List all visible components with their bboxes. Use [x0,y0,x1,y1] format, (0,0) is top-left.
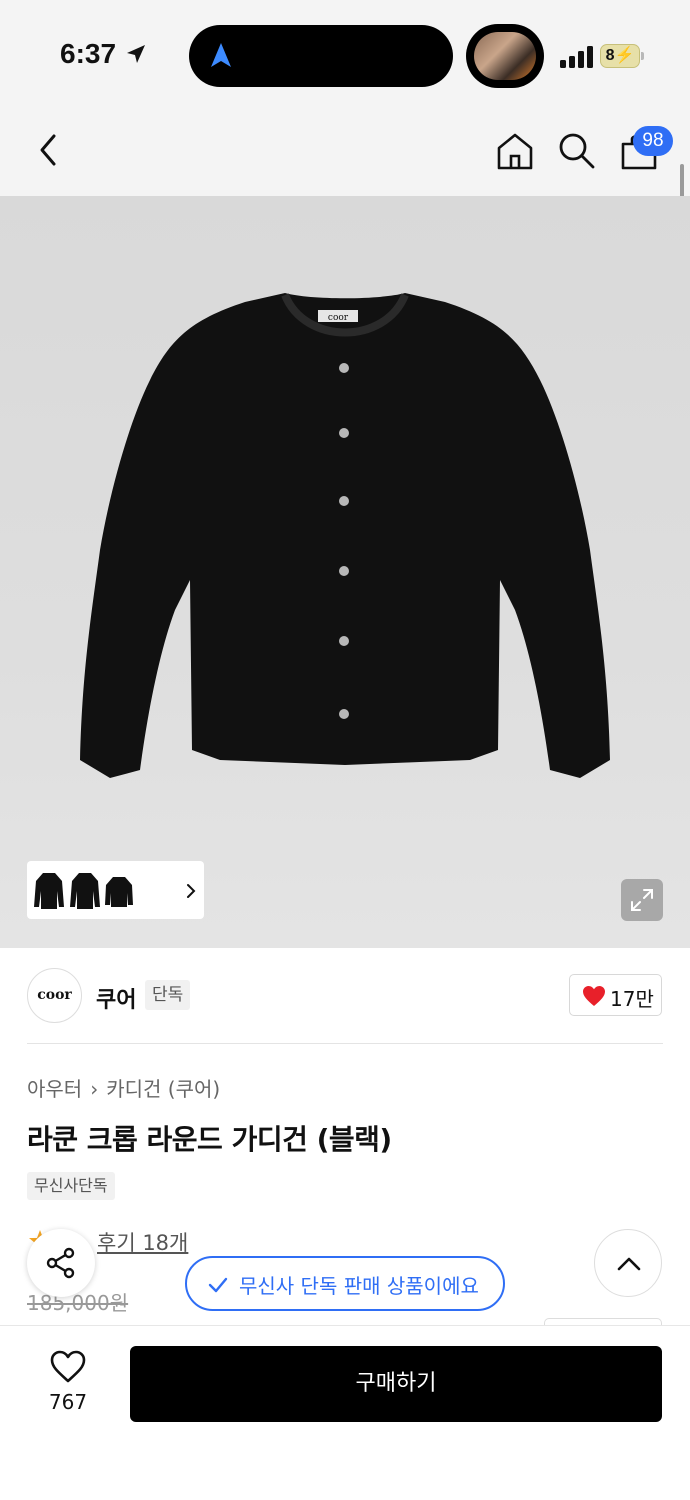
status-bar: 6:37 8⚡ [0,0,690,110]
thumbnail-3[interactable] [103,867,135,913]
chevron-right-icon[interactable] [183,883,199,899]
product-title: 라쿤 크롭 라운드 가디건 (블랙) [27,1123,392,1156]
expand-icon [631,889,653,911]
brand-like-button[interactable]: 17만 [569,974,662,1016]
wishlist-count: 767 [48,1390,88,1414]
navigation-icon [211,43,231,67]
product-image: coor [80,293,610,778]
pip-thumbnail [474,32,536,80]
garment-label: coor [328,313,349,323]
back-icon[interactable] [30,132,66,168]
battery-level: 8 [605,47,615,64]
breadcrumb-item-outer[interactable]: 아우터 [27,1077,82,1101]
brand-like-count: 17만 [610,987,654,1011]
location-arrow-icon [127,45,145,63]
brand-logo-text: coor [37,987,72,1003]
breadcrumb: 아우터 › 카디건 (쿠어) [27,1073,220,1102]
brand-exclusive-tag: 단독 [145,980,191,1010]
scroll-top-button[interactable] [594,1229,662,1297]
status-time: 6:37 [60,38,117,69]
exclusive-notice-pill: 무신사 단독 판매 상품이에요 [185,1256,505,1311]
signal-icon [560,46,593,68]
review-link[interactable]: 후기 18개 [97,1227,188,1257]
home-icon[interactable] [494,130,536,172]
buy-button[interactable]: 구매하기 [130,1346,662,1422]
thumbnail-1[interactable] [33,867,65,913]
chevron-right-icon: › [90,1077,99,1101]
divider [27,1043,663,1044]
check-icon [208,1277,228,1293]
breadcrumb-item-cardigan[interactable]: 카디건 (쿠어) [106,1077,220,1101]
thumbnail-2[interactable] [69,867,101,913]
search-icon[interactable] [556,130,596,170]
battery-charging-icon: 8⚡ [600,44,644,68]
brand-logo[interactable]: coor [27,968,82,1023]
cart-count-badge: 98 [633,126,673,156]
thumbnail-strip[interactable] [27,861,204,919]
exclusive-notice-text: 무신사 단독 판매 상품이에요 [239,1274,479,1298]
heart-filled-icon [583,986,605,1006]
top-nav: 98 [0,110,690,196]
heart-outline-icon[interactable] [50,1350,86,1384]
share-button[interactable] [27,1229,95,1297]
product-image-gallery[interactable]: coor [0,196,690,948]
chevron-up-icon [617,1257,641,1271]
share-icon [46,1247,75,1279]
video-pip[interactable] [466,24,544,88]
brand-name[interactable]: 쿠어 [96,982,136,1014]
store-exclusive-tag: 무신사단독 [27,1172,115,1200]
bottom-action-bar: 767 구매하기 [0,1325,690,1500]
expand-image-button[interactable] [621,879,663,921]
